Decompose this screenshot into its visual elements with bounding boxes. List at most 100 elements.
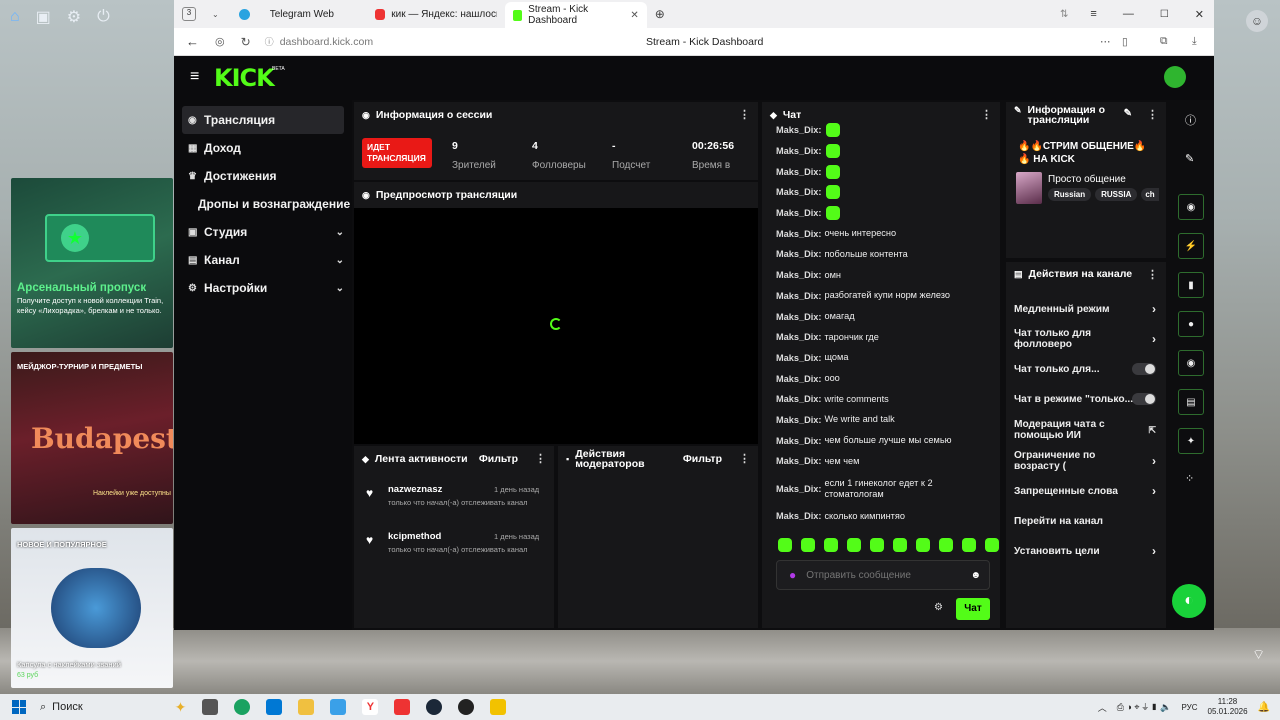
- chat-username[interactable]: Maks_Dix:: [776, 270, 821, 280]
- protect-icon[interactable]: ◎: [215, 35, 225, 48]
- emote-icon[interactable]: [939, 538, 953, 552]
- clock[interactable]: 11:28 05.01.2026: [1208, 697, 1248, 717]
- chat-username[interactable]: Maks_Dix:: [776, 291, 821, 301]
- tab-counter[interactable]: 3: [182, 7, 196, 21]
- toggle-switch[interactable]: [1132, 393, 1156, 405]
- emote-icon[interactable]: [893, 538, 907, 552]
- channel-action-item[interactable]: Чат только для фолловеро ›: [1006, 324, 1166, 354]
- activity-user[interactable]: kcipmethod: [388, 531, 441, 542]
- promo-card-new[interactable]: НОВОЕ И ПОПУЛЯРНОЕ Капсула с наклейками …: [11, 528, 173, 688]
- chat-username[interactable]: Maks_Dix:: [776, 456, 821, 466]
- chat-settings-icon[interactable]: ⚙: [934, 602, 943, 613]
- store-icon[interactable]: ▣: [36, 7, 51, 27]
- widgets-icon[interactable]: ⁘: [1185, 472, 1194, 485]
- kebab-icon[interactable]: ⋮: [1147, 108, 1158, 121]
- emote-icon[interactable]: [985, 538, 999, 552]
- kebab-icon[interactable]: ⋮: [1147, 268, 1158, 281]
- chat-send-button[interactable]: Чат: [956, 598, 990, 620]
- chat-input[interactable]: [806, 569, 957, 581]
- channel-action-item[interactable]: Медленный режим ›: [1006, 294, 1166, 324]
- chat-username[interactable]: Maks_Dix:: [776, 511, 821, 521]
- tab-kick-dashboard[interactable]: Stream - Kick Dashboard ✕: [504, 2, 647, 28]
- store-taskbar-icon[interactable]: [266, 699, 283, 715]
- emote-icon[interactable]: [778, 538, 792, 552]
- promo-card-pass[interactable]: ★ Арсенальный пропуск Получите доступ к …: [11, 178, 173, 348]
- chat-username[interactable]: Maks_Dix:: [776, 146, 821, 156]
- activity-filter-button[interactable]: Фильтр: [479, 453, 518, 465]
- kebab-icon[interactable]: ⋮: [535, 452, 546, 465]
- more-icon[interactable]: ⋯: [1100, 36, 1111, 48]
- emote-icon[interactable]: [870, 538, 884, 552]
- collections-icon[interactable]: ⧉: [1160, 35, 1168, 48]
- lightning-button[interactable]: ⚡: [1178, 233, 1204, 259]
- channel-action-item[interactable]: Чат только для...: [1006, 354, 1166, 384]
- chat-username[interactable]: Maks_Dix:: [776, 353, 821, 363]
- chat-username[interactable]: Maks_Dix:: [776, 125, 821, 135]
- sidebar-item-settings[interactable]: ⚙ Настройки ⌄: [174, 274, 352, 302]
- chat-username[interactable]: Maks_Dix:: [776, 229, 821, 239]
- copilot-icon[interactable]: ✦: [175, 699, 187, 716]
- tab-telegram[interactable]: Telegram Web: [231, 3, 367, 25]
- tag[interactable]: ch: [1141, 188, 1159, 201]
- bookmark-icon[interactable]: ▯: [1122, 36, 1128, 48]
- promo-card-major[interactable]: МЕЙДЖОР-ТУРНИР И ПРЕДМЕТЫ Budapest Накле…: [11, 352, 173, 524]
- hamburger-icon[interactable]: ≡: [190, 68, 199, 86]
- tag[interactable]: Russian: [1048, 188, 1092, 201]
- sidebar-item-stream[interactable]: ◉ Трансляция: [182, 106, 344, 134]
- wrench-button[interactable]: ✦: [1178, 428, 1204, 454]
- settings-app-icon[interactable]: [330, 699, 347, 715]
- emote-icon[interactable]: [847, 538, 861, 552]
- minimize-icon[interactable]: —: [1123, 8, 1134, 20]
- layout-button[interactable]: ▤: [1178, 389, 1204, 415]
- sidebar-item-drops[interactable]: Дропы и вознаграждение: [174, 190, 352, 218]
- tag[interactable]: RUSSIA: [1095, 188, 1138, 201]
- document-button[interactable]: ▮: [1178, 272, 1204, 298]
- new-tab-icon[interactable]: ⊕: [655, 7, 665, 21]
- microphone-icon[interactable]: ●: [789, 568, 796, 582]
- edge-icon[interactable]: [234, 699, 251, 715]
- yandex-app-icon[interactable]: [394, 699, 411, 715]
- download-icon[interactable]: ⤓: [1192, 35, 1197, 48]
- edit-icon[interactable]: ✎: [1124, 108, 1132, 119]
- user-profile-icon[interactable]: ☺: [1246, 10, 1268, 32]
- channel-action-item[interactable]: Запрещенные слова ›: [1006, 476, 1166, 506]
- chat-username[interactable]: Maks_Dix:: [776, 332, 821, 342]
- chat-username[interactable]: Maks_Dix:: [776, 374, 821, 384]
- sidebar-item-revenue[interactable]: ▦ Доход: [174, 134, 352, 162]
- url-field[interactable]: dashboard.kick.com: [280, 36, 373, 48]
- notification-icon[interactable]: 🔔: [1258, 702, 1270, 713]
- search-icon[interactable]: ⌕: [40, 701, 46, 714]
- toggle-switch[interactable]: [1132, 363, 1156, 375]
- chat-username[interactable]: Maks_Dix:: [776, 249, 821, 259]
- emoji-icon[interactable]: ☻: [970, 570, 981, 581]
- chat-username[interactable]: Maks_Dix:: [776, 415, 821, 425]
- chat-username[interactable]: Maks_Dix:: [776, 436, 821, 446]
- avatar[interactable]: [1164, 66, 1186, 88]
- emote-icon[interactable]: [916, 538, 930, 552]
- home-icon[interactable]: ⌂: [10, 8, 20, 26]
- close-window-icon[interactable]: ✕: [1195, 8, 1204, 21]
- language-indicator[interactable]: РУС: [1181, 703, 1197, 712]
- emote-icon[interactable]: [962, 538, 976, 552]
- emote-icon[interactable]: [801, 538, 815, 552]
- kebab-icon[interactable]: ⋮: [739, 452, 750, 465]
- kebab-icon[interactable]: ⋮: [739, 108, 750, 121]
- settings-icon[interactable]: ⚙: [67, 7, 81, 27]
- chat-username[interactable]: Maks_Dix:: [776, 312, 821, 322]
- chat-username[interactable]: Maks_Dix:: [776, 167, 821, 177]
- explorer-icon[interactable]: [298, 699, 315, 715]
- chat-username[interactable]: Maks_Dix:: [776, 394, 821, 404]
- chat-bubble-button[interactable]: ●: [1178, 311, 1204, 337]
- kick-logo[interactable]: KICK: [214, 64, 275, 92]
- close-tab-icon[interactable]: ✕: [630, 10, 638, 21]
- channel-action-item[interactable]: Модерация чата с помощью ИИ ⇱: [1006, 414, 1166, 446]
- chat-username[interactable]: Maks_Dix:: [776, 208, 821, 218]
- pencil-icon[interactable]: ✎: [1185, 152, 1194, 165]
- broadcast-button[interactable]: ◉: [1178, 350, 1204, 376]
- emote-icon[interactable]: [824, 538, 838, 552]
- steam-icon[interactable]: [426, 699, 443, 715]
- obs-icon[interactable]: [458, 699, 475, 715]
- tab-list-chevron-icon[interactable]: ⌄: [212, 10, 219, 19]
- menu-icon[interactable]: ≡: [1090, 8, 1096, 20]
- tray-icons[interactable]: ⎙ ◑ ⌖ ⏚ ▮ 🔈: [1117, 702, 1172, 713]
